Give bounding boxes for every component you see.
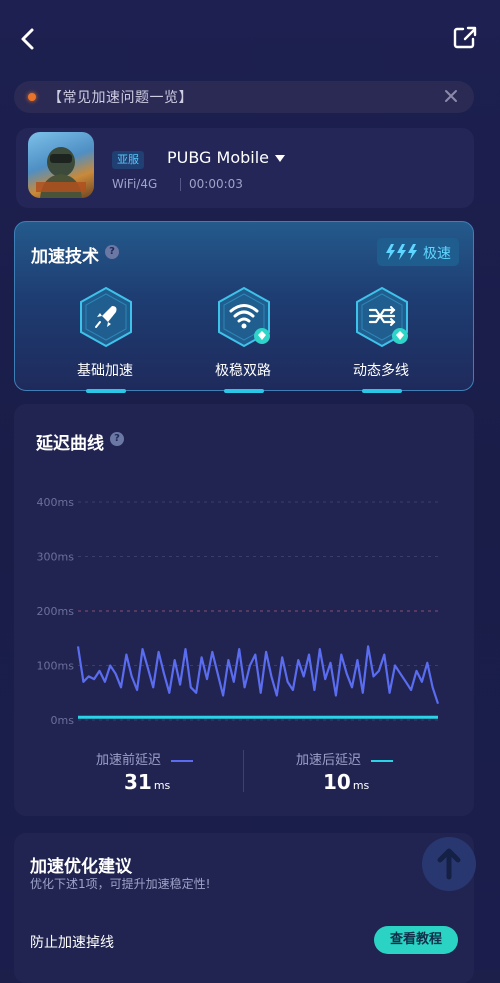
y-tick-label: 200ms (37, 605, 75, 618)
y-tick-label: 0ms (51, 714, 75, 727)
feature-indicator (86, 389, 126, 393)
tech-title: 加速技术 (31, 247, 99, 267)
after-number: 10 (323, 770, 351, 794)
y-tick-label: 400ms (37, 496, 75, 509)
divider (243, 750, 244, 792)
tech-card: 加速技术 ? 极速 基础加速 极稳双路 动态多线 (14, 221, 474, 393)
delay-card: 延迟曲线 ? 400ms 300ms 200ms 100ms 0ms 加速前延迟 31 m… (14, 404, 474, 816)
y-tick-label: 100ms (37, 660, 75, 673)
caret-down-icon[interactable] (275, 155, 285, 162)
view-tutorial-button[interactable]: 查看教程 (374, 926, 458, 954)
delay-title: 延迟曲线 (36, 434, 104, 454)
advice-title: 加速优化建议 (30, 857, 132, 877)
feature-basic[interactable]: 基础加速 (60, 286, 150, 393)
network-type: WiFi/4G (112, 177, 158, 191)
latency-chart: 400ms 300ms 200ms 100ms 0ms (37, 496, 440, 727)
legend-after-swatch (371, 759, 394, 762)
legend-before-swatch (171, 759, 194, 762)
speed-mode-label: 极速 (423, 246, 451, 262)
arrow-up-icon (437, 848, 461, 880)
feature-label: 极稳双路 (215, 363, 271, 379)
after-value: 10 ms (323, 770, 369, 794)
legend-after-label: 加速后延迟 (296, 753, 362, 768)
chevron-left-icon[interactable] (16, 24, 40, 54)
multiline-icon (356, 286, 408, 348)
elapsed-time: 00:00:03 (189, 177, 243, 191)
question-icon[interactable]: ? (105, 245, 119, 259)
after-unit: ms (352, 779, 370, 792)
game-card[interactable]: 亚服 PUBG Mobile WiFi/4G 00:00:03 (16, 128, 474, 208)
wifi-icon (218, 286, 270, 348)
advice-card: 加速优化建议 优化下述1项，可提升加速稳定性! 防止加速掉线 查看教程 (14, 833, 476, 983)
series-before-line (76, 645, 440, 705)
y-tick-label: 300ms (37, 551, 75, 564)
advice-subtitle: 优化下述1项，可提升加速稳定性! (30, 877, 211, 891)
game-name[interactable]: PUBG Mobile (167, 148, 269, 167)
close-icon[interactable] (442, 87, 460, 105)
legend-before-label: 加速前延迟 (96, 753, 162, 768)
scroll-top-button[interactable] (422, 837, 476, 891)
legend-after: 加速后延迟 (296, 749, 394, 768)
before-number: 31 (124, 770, 152, 794)
top-bar (0, 0, 500, 80)
question-icon[interactable]: ? (110, 432, 124, 446)
game-thumbnail (28, 132, 94, 198)
feature-indicator (224, 389, 264, 393)
notice-dot (28, 93, 36, 101)
notice-banner[interactable]: 【常见加速问题一览】 (14, 81, 474, 113)
divider (180, 178, 181, 191)
feature-label: 动态多线 (353, 363, 409, 379)
feature-label: 基础加速 (77, 363, 133, 379)
before-value: 31 ms (124, 770, 170, 794)
feature-indicator (362, 389, 402, 393)
speed-mode-button[interactable]: 极速 (377, 238, 459, 266)
region-badge: 亚服 (112, 151, 144, 169)
notice-text[interactable]: 【常见加速问题一览】 (48, 87, 193, 107)
rocket-icon (80, 286, 132, 348)
triple-bolt-icon (386, 244, 417, 260)
feature-dual[interactable]: 极稳双路 (198, 286, 288, 393)
before-unit: ms (153, 779, 171, 792)
app-screen: 【常见加速问题一览】 亚服 PUBG Mobile WiFi/4G 00:00:… (0, 0, 500, 983)
advice-item: 防止加速掉线 (30, 935, 114, 951)
legend-before: 加速前延迟 (96, 749, 194, 768)
share-external-icon[interactable] (452, 24, 478, 52)
feature-multiline[interactable]: 动态多线 (336, 286, 426, 393)
